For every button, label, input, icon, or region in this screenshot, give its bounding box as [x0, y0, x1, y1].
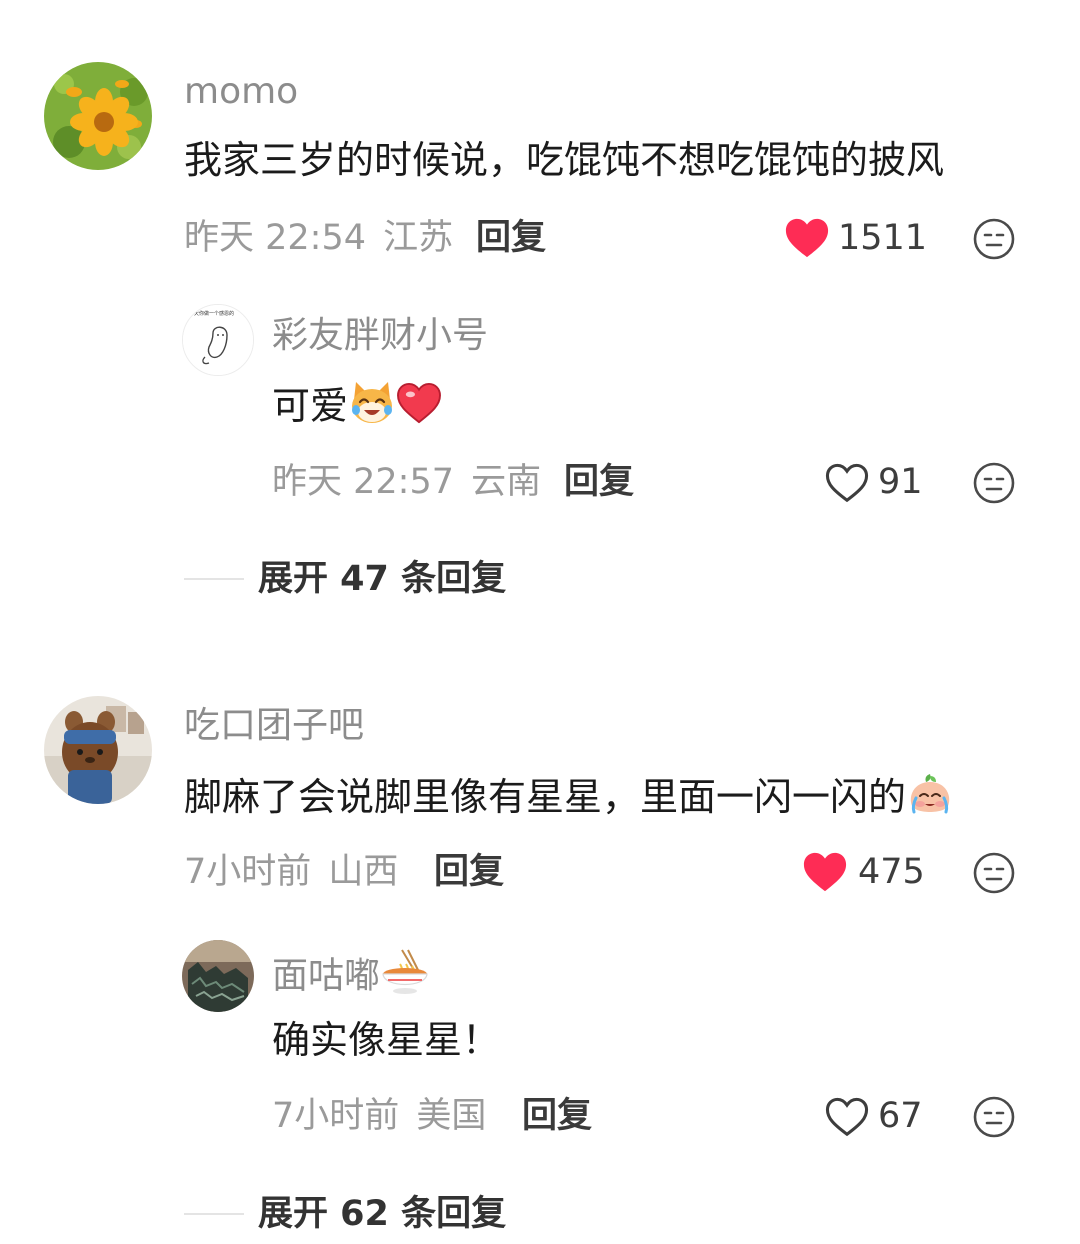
avatar-caption: 今天你做一个感恩的	[189, 311, 235, 317]
reply-button[interactable]: 回复	[476, 216, 546, 260]
avatar-miangudu[interactable]	[182, 940, 254, 1012]
reply-button[interactable]: 回复	[434, 850, 504, 894]
comment-meta: 昨天 22:54 江苏	[184, 216, 453, 260]
heart-filled-icon[interactable]	[784, 216, 830, 260]
comment-meta: 7小时前 山西	[184, 850, 398, 894]
dislike-face-icon[interactable]	[972, 217, 1016, 261]
reply-meta: 昨天 22:57 云南	[272, 460, 541, 504]
like-count: 91	[878, 462, 923, 502]
comment-text: 脚麻了会说脚里像有星星，里面一闪一闪的	[184, 770, 954, 829]
laughing-cat-emoji	[348, 380, 396, 437]
reply-time: 昨天 22:57	[272, 462, 454, 502]
reply-button[interactable]: 回复	[522, 1094, 592, 1138]
heart-outline-icon[interactable]	[824, 461, 870, 505]
comment-time: 昨天 22:54	[184, 218, 366, 258]
reply-button[interactable]: 回复	[564, 460, 634, 504]
dislike-face-icon[interactable]	[972, 1095, 1016, 1139]
reply-username-text: 面咕嘟	[272, 955, 381, 997]
noodle-bowl-emoji	[380, 948, 430, 1007]
dislike-face-icon[interactable]	[972, 461, 1016, 505]
reply-username[interactable]: 彩友胖财小号	[272, 314, 488, 358]
reply-text: 可爱	[272, 380, 442, 437]
expand-replies-button[interactable]: 展开 62 条回复	[258, 1192, 506, 1236]
reply-username[interactable]: 面咕嘟	[272, 948, 430, 1007]
avatar-chikoutuanziba[interactable]	[44, 696, 152, 804]
comment-text: 我家三岁的时候说，吃馄饨不想吃馄饨的披风	[184, 138, 945, 182]
crying-peach-emoji	[906, 770, 954, 829]
red-heart-emoji	[396, 382, 442, 435]
comment-text-content: 脚麻了会说脚里像有星星，里面一闪一闪的	[184, 775, 907, 819]
dislike-face-icon[interactable]	[972, 851, 1016, 895]
comment-location: 江苏	[383, 218, 454, 258]
expand-divider	[184, 1213, 244, 1215]
reply-text: 确实像星星！	[272, 1018, 501, 1062]
reply-location: 云南	[471, 462, 542, 502]
heart-outline-icon[interactable]	[824, 1095, 870, 1139]
heart-filled-icon[interactable]	[802, 850, 848, 894]
like-count: 475	[858, 852, 925, 892]
reply-meta: 7小时前 美国	[272, 1094, 486, 1138]
reply-time: 7小时前	[272, 1096, 400, 1136]
comment-username[interactable]: 吃口团子吧	[184, 704, 364, 748]
comment-time: 7小时前	[184, 852, 312, 892]
like-count: 1511	[838, 218, 928, 258]
like-count: 67	[878, 1096, 923, 1136]
comment-location: 山西	[328, 852, 399, 892]
expand-divider	[184, 578, 244, 580]
comment-username[interactable]: momo	[184, 70, 298, 114]
avatar-momo[interactable]	[44, 62, 152, 170]
reply-location: 美国	[416, 1096, 487, 1136]
expand-replies-button[interactable]: 展开 47 条回复	[258, 557, 506, 601]
avatar-reply-user[interactable]: 今天你做一个感恩的	[182, 304, 254, 376]
reply-text-content: 可爱	[272, 384, 349, 428]
